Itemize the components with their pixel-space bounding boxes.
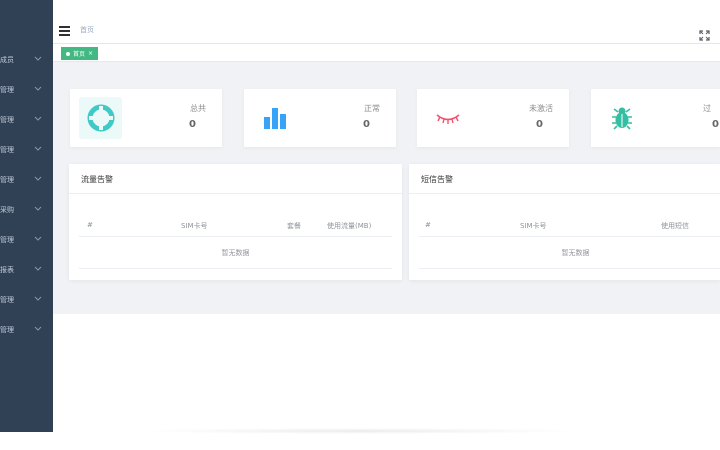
- sidebar-item-label: 管理: [0, 236, 14, 244]
- chevron-down-icon: [34, 266, 44, 276]
- panel-count: 0: [712, 119, 719, 130]
- tags-view: 首页 ×: [53, 44, 720, 62]
- panel-total[interactable]: 总共 0: [70, 89, 222, 147]
- sidebar-item-4[interactable]: 管理: [0, 137, 53, 167]
- sidebar-item-label: 管理: [0, 176, 14, 184]
- chevron-down-icon: [34, 116, 44, 126]
- sidebar-item-10[interactable]: 管理: [0, 317, 53, 347]
- panel-count: 0: [536, 119, 543, 130]
- sidebar-item-label: 管理: [0, 116, 14, 124]
- chevron-down-icon: [34, 326, 44, 336]
- card-header: 短信告警: [409, 164, 720, 194]
- panel-normal[interactable]: 正常 0: [244, 89, 396, 147]
- tag-home[interactable]: 首页 ×: [61, 47, 99, 60]
- sidebar-item-label: 成员: [0, 56, 14, 64]
- bug-icon: [600, 97, 643, 139]
- sidebar-item-label: 报表: [0, 266, 14, 274]
- sidebar-item-9[interactable]: 管理: [0, 287, 53, 317]
- divider: [79, 268, 392, 269]
- column-header: #: [425, 221, 431, 229]
- sidebar-item-3[interactable]: 管理: [0, 107, 53, 137]
- closed-eye-icon: [426, 97, 469, 139]
- active-dot-icon: [66, 51, 70, 56]
- empty-text: 暂无数据: [561, 249, 590, 257]
- chevron-down-icon: [34, 296, 44, 306]
- panel-title: 过: [703, 104, 711, 113]
- traffic-alert-card: 流量告警 # SIM卡号 套餐 使用流量(MB) 暂无数据: [69, 164, 402, 280]
- app-window: 成员 管理 管理 管理 管理 采购 管理 报表 管理 管理 首页 首页 × 总共…: [0, 0, 720, 450]
- column-header: SIM卡号: [181, 222, 208, 230]
- divider: [419, 268, 720, 269]
- sidebar-item-8[interactable]: 报表: [0, 257, 53, 287]
- tag-label: 首页: [73, 51, 86, 58]
- fullscreen-icon[interactable]: [699, 26, 710, 41]
- dashboard-main: 总共 0 正常 0 未激活 0 过 0 流量告警 # SIM卡号 套餐 使用流量…: [53, 62, 720, 314]
- chevron-down-icon: [34, 56, 44, 66]
- panel-title: 未激活: [529, 104, 553, 113]
- divider: [419, 236, 720, 237]
- bar-chart-icon: [253, 97, 296, 139]
- hamburger-icon[interactable]: [59, 26, 70, 36]
- column-header: 使用流量(MB): [327, 222, 372, 230]
- close-icon[interactable]: ×: [88, 50, 93, 57]
- sidebar-item-2[interactable]: 管理: [0, 77, 53, 107]
- sidebar-item-label: 管理: [0, 326, 14, 334]
- lifebuoy-icon: [79, 97, 122, 139]
- sidebar-item-label: 采购: [0, 206, 14, 214]
- sidebar-item-label: 管理: [0, 296, 14, 304]
- panel-expired[interactable]: 过 0: [591, 89, 720, 147]
- sidebar-item-7[interactable]: 管理: [0, 227, 53, 257]
- panel-title: 正常: [364, 104, 380, 113]
- sidebar: 成员 管理 管理 管理 管理 采购 管理 报表 管理 管理: [0, 0, 53, 432]
- panel-inactive[interactable]: 未激活 0: [417, 89, 569, 147]
- sidebar-item-label: 管理: [0, 146, 14, 154]
- card-title: 短信告警: [421, 175, 453, 184]
- chevron-down-icon: [34, 236, 44, 246]
- empty-text: 暂无数据: [221, 249, 250, 257]
- card-header: 流量告警: [69, 164, 402, 194]
- sidebar-item-label: 管理: [0, 86, 14, 94]
- column-header: #: [87, 221, 93, 229]
- breadcrumb[interactable]: 首页: [80, 25, 94, 35]
- chevron-down-icon: [34, 86, 44, 96]
- divider: [79, 236, 392, 237]
- panel-count: 0: [189, 119, 196, 130]
- sms-alert-card: 短信告警 # SIM卡号 使用短信 暂无数据: [409, 164, 720, 280]
- column-header: 套餐: [287, 222, 301, 230]
- page-shadow: [140, 428, 580, 434]
- sidebar-item-6[interactable]: 采购: [0, 197, 53, 227]
- panel-title: 总共: [190, 104, 206, 113]
- sidebar-item-1[interactable]: 成员: [0, 47, 53, 77]
- panel-count: 0: [363, 119, 370, 130]
- column-header: 使用短信: [661, 222, 689, 230]
- column-header: SIM卡号: [520, 222, 547, 230]
- sidebar-item-5[interactable]: 管理: [0, 167, 53, 197]
- chevron-down-icon: [34, 146, 44, 156]
- card-title: 流量告警: [81, 175, 113, 184]
- chevron-down-icon: [34, 206, 44, 216]
- chevron-down-icon: [34, 176, 44, 186]
- navbar: 首页: [53, 19, 720, 44]
